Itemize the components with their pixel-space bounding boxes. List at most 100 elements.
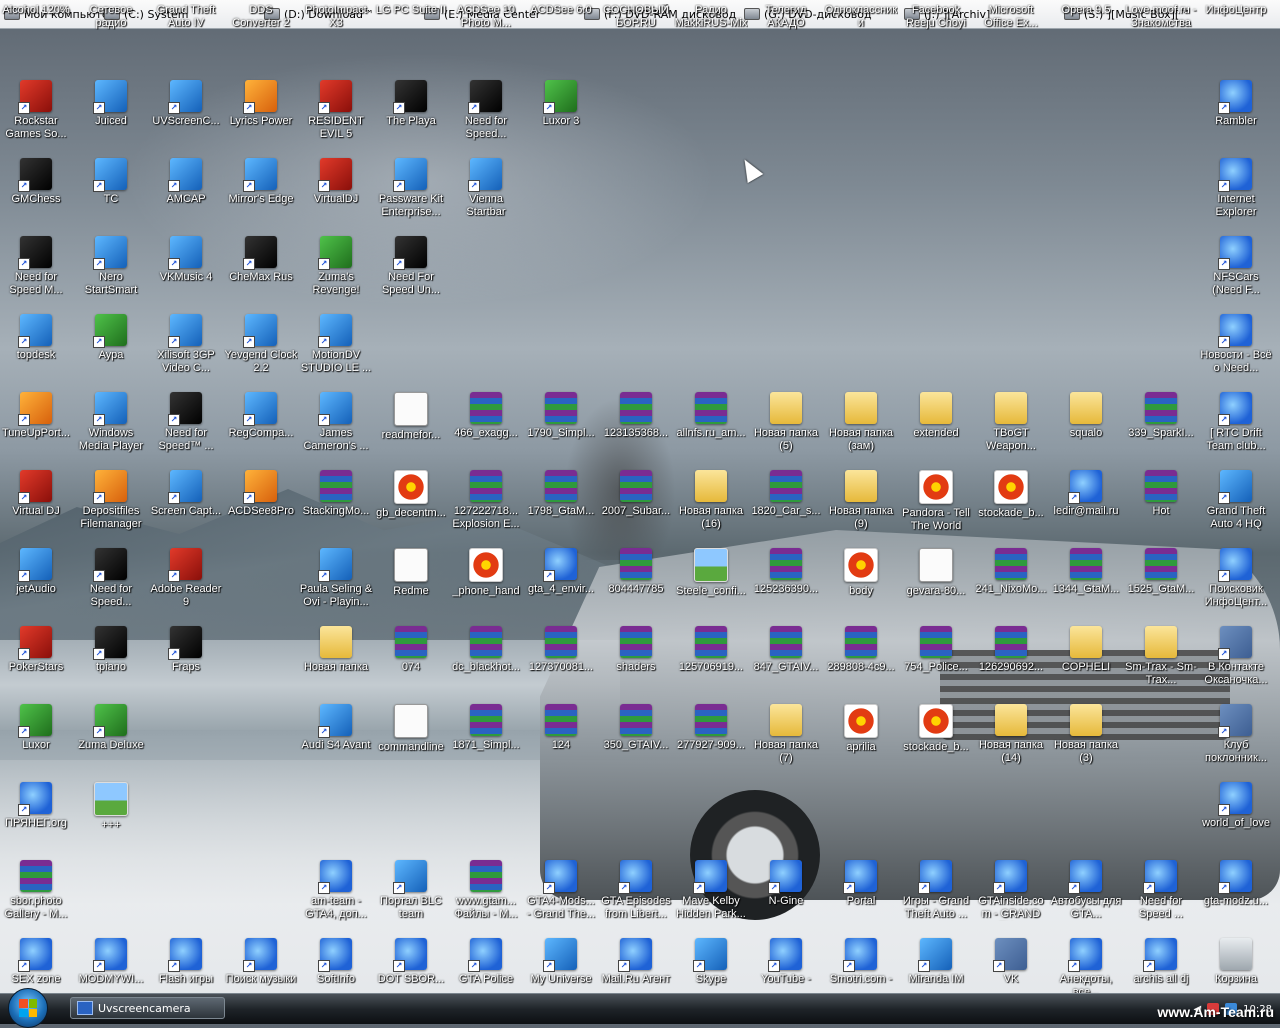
desktop-icon-redme[interactable]: Redme	[374, 548, 448, 598]
desktop-icon-need-for-speed-un[interactable]: ↗ Need For Speed Un...	[374, 236, 448, 297]
desktop-icon-world-of-love[interactable]: ↗ world_of_love	[1199, 782, 1273, 830]
desktop-icon-gta-episodes-from-libert[interactable]: ↗ GTA Episodes from Libert...	[599, 860, 673, 921]
desktop-icon-1525-gtam[interactable]: 1525_GtaM...	[1124, 548, 1198, 596]
desktop-icon-motiondv-studio-le[interactable]: ↗ MotionDV STUDIO LE ...	[299, 314, 373, 375]
desktop-icon-acdsee8pro[interactable]: ↗ ACDSee8Pro	[224, 470, 298, 518]
desktop-icon-поиск-музыки[interactable]: ↗ Поиск музыки	[224, 938, 298, 986]
desktop-icon-smotri-com[interactable]: ↗ Smotri.com -	[824, 938, 898, 986]
desktop-icon-phone-hand[interactable]: _phone_hand	[449, 548, 523, 598]
desktop-icon-одноклассники[interactable]: Одноклассники	[824, 4, 898, 30]
desktop-icon-james-cameron-s[interactable]: ↗ James Cameron's ...	[299, 392, 373, 453]
desktop-icon-miranda-im[interactable]: ↗ Miranda IM	[899, 938, 973, 986]
desktop-icon-screen-capt[interactable]: ↗ Screen Capt...	[149, 470, 223, 518]
desktop-icon-поисковик-инфоцент[interactable]: ↗ Поисковик ИнфоЦент...	[1199, 548, 1273, 609]
desktop-icon-luxor-3[interactable]: ↗ Luxor 3	[524, 80, 598, 128]
desktop-icon-gtainside-com-grand-th[interactable]: ↗GTAinside.com - GRAND TH...	[974, 860, 1048, 921]
desktop-icon-gevara-80[interactable]: gevara-80...	[899, 548, 973, 598]
desktop-icon-internet-explorer[interactable]: ↗ Internet Explorer	[1199, 158, 1273, 219]
desktop-icon-windows-media-player[interactable]: ↗ Windows Media Player	[74, 392, 148, 453]
desktop-icon-virtualdj[interactable]: ↗ VirtualDJ	[299, 158, 373, 206]
desktop-icon-flash-игры[interactable]: ↗ Flash игры	[149, 938, 223, 986]
desktop-icon-339-sparki[interactable]: 339_SparkI...	[1124, 392, 1198, 440]
desktop-icon-luxor[interactable]: ↗ Luxor	[0, 704, 73, 752]
desktop-icon-tbogt-weapon[interactable]: TBoGT Weapon...	[974, 392, 1048, 453]
desktop-icon-audi-s4-avant[interactable]: ↗ Audi S4 Avant	[299, 704, 373, 752]
desktop-icon-новости-всё-о-need[interactable]: ↗ Новости - Всё о Need...	[1199, 314, 1273, 375]
desktop-icon-need-for-speed-m[interactable]: ↗ Need for Speed M...	[0, 236, 73, 297]
desktop-icon-инфоцентр[interactable]: ИнфоЦентр	[1199, 4, 1273, 17]
desktop-icon-vkmusic-4[interactable]: ↗ VKMusic 4	[149, 236, 223, 284]
desktop-icon-acdsee-6-0[interactable]: ACDSee 6.0	[524, 4, 598, 17]
desktop-icon-stockade-b[interactable]: stockade_b...	[899, 704, 973, 754]
desktop-icon-paula-seling-ovi-playin[interactable]: ↗ Paula Seling & Ovi - Playin...	[299, 548, 373, 609]
desktop-icon-yevgend-clock-2-2[interactable]: ↗ Yevgend Clock 2.2	[224, 314, 298, 375]
desktop-icon-rambler[interactable]: ↗ Rambler	[1199, 80, 1273, 128]
desktop-icon-в-контакте-оксаночка[interactable]: ↗ В Контакте Оксаночка...	[1199, 626, 1273, 687]
desktop-icon-dot-sbor[interactable]: ↗ DOT SBOR...	[374, 938, 448, 986]
desktop-icon-vienna-startbar[interactable]: ↗ Vienna Startbar	[449, 158, 523, 219]
desktop-icon-am-team-gta4-доп[interactable]: ↗ am-team - GTA4, доп...	[299, 860, 373, 921]
desktop-icon-need-for-speed[interactable]: ↗ Need for Speed...	[74, 548, 148, 609]
desktop-icon-xilisoft-3gp-video-c[interactable]: ↗ Xilisoft 3GP Video C...	[149, 314, 223, 375]
desktop-icon-hot[interactable]: Hot	[1124, 470, 1198, 518]
desktop-icon-1798-gtam[interactable]: 1798_GtaM...	[524, 470, 598, 518]
desktop-icon-1790-simpl[interactable]: 1790_Simpl...	[524, 392, 598, 440]
desktop-icon-sex-zone[interactable]: ↗ SEX zone	[0, 938, 73, 986]
desktop-icon-adobe-reader-9[interactable]: ↗ Adobe Reader 9	[149, 548, 223, 609]
desktop-icon-новая-папка-14[interactable]: Новая папка (14)	[974, 704, 1048, 765]
desktop-icon-microsoft-office-ex[interactable]: Microsoft Office Ex...	[974, 4, 1048, 30]
desktop-icon-игры-grand-theft-auto[interactable]: ↗ Игры - Grand Theft Auto ...	[899, 860, 973, 921]
desktop-icon-nero-startsmart[interactable]: ↗ Nero StartSmart	[74, 236, 148, 297]
desktop-icon-754-police[interactable]: 754_Police...	[899, 626, 973, 674]
desktop-icon-modmywi[interactable]: ↗ MODMYWI...	[74, 938, 148, 986]
desktop-icon-gta4-mods-grand-the[interactable]: ↗ GTA4-Mods... - Grand The...	[524, 860, 598, 921]
desktop-icon-1344-gtam[interactable]: 1344_GtaM...	[1049, 548, 1123, 596]
desktop-icon-mave-kelby-hidden-park[interactable]: ↗ Mave Kelby Hidden Park...	[674, 860, 748, 921]
taskbar-button-uvscreencamera[interactable]: Uvscreencamera	[70, 997, 225, 1019]
desktop-icon-softinfo[interactable]: ↗ SoftInfo	[299, 938, 373, 986]
desktop-icon-chemax-rus[interactable]: ↗ CheMax Rus	[224, 236, 298, 284]
desktop-icon-depositfiles-filemanager[interactable]: ↗ Depositfiles Filemanager	[74, 470, 148, 531]
desktop-icon-аура[interactable]: ↗ Аура	[74, 314, 148, 362]
desktop-icon-allnfs-ru-am[interactable]: allnfs.ru_am...	[674, 392, 748, 440]
desktop-icon-074[interactable]: 074	[374, 626, 448, 674]
desktop-icon-портал-blc-team[interactable]: ↗ Портал BLC team	[374, 860, 448, 921]
desktop-icon-zuma-s-revenge[interactable]: ↗ Zuma's Revenge!	[299, 236, 373, 297]
desktop-icon-jetaudio[interactable]: ↗ jetAudio	[0, 548, 73, 596]
desktop-icon-virtual-dj[interactable]: ↗ Virtual DJ	[0, 470, 73, 518]
desktop-icon-photoimpact-x3[interactable]: PhotoImpact X3	[299, 4, 373, 30]
desktop-icon-1871-simpl[interactable]: 1871_Simpl...	[449, 704, 523, 752]
desktop-icon-topdesk[interactable]: ↗ topdesk	[0, 314, 73, 362]
desktop-icon-новая-папка-зам[interactable]: Новая папка (зам)	[824, 392, 898, 453]
desktop-icon-125706919[interactable]: 125706919...	[674, 626, 748, 674]
desktop-icon-127222718-explosion-e[interactable]: 127222718... Explosion E...	[449, 470, 523, 531]
desktop-icon-gta-modz-u[interactable]: ↗ gta-modz.u...	[1199, 860, 1273, 908]
desktop-icon-body[interactable]: body	[824, 548, 898, 598]
desktop-icon-fraps[interactable]: ↗ Fraps	[149, 626, 223, 674]
desktop-icon-gta-4-envir[interactable]: ↗ gta_4_envir...	[524, 548, 598, 596]
desktop-icon-grand-theft-auto-iv[interactable]: Grand Theft Auto IV	[149, 4, 223, 30]
desktop-icon-dc-blackhot[interactable]: dc_blackhot...	[449, 626, 523, 674]
desktop-icon-mail-ru-агент[interactable]: ↗ Mail.Ru Агент	[599, 938, 673, 986]
desktop-icon-regcompa[interactable]: ↗ RegCompa...	[224, 392, 298, 440]
desktop-icon-squalo[interactable]: squalo	[1049, 392, 1123, 440]
desktop-icon-gmchess[interactable]: ↗ GMChess	[0, 158, 73, 206]
desktop-icon-автобусы-для-gta[interactable]: ↗ Автобусы для GTA...	[1049, 860, 1123, 921]
desktop-icon-124[interactable]: 124	[524, 704, 598, 752]
desktop-icon-новая-папка[interactable]: Новая папка	[299, 626, 373, 674]
desktop-icon-stockade-b[interactable]: stockade_b...	[974, 470, 1048, 520]
desktop-icon-copheli[interactable]: COPHELI	[1049, 626, 1123, 674]
desktop-icon-mirror-s-edge[interactable]: ↗ Mirror's Edge	[224, 158, 298, 206]
desktop-icon-289808-4c9[interactable]: 289808-4c9...	[824, 626, 898, 674]
desktop-icon-804447785[interactable]: 804447785	[599, 548, 673, 596]
desktop-icon-item[interactable]: +++	[74, 782, 148, 832]
desktop-icon-rockstar-games-so[interactable]: ↗ Rockstar Games So...	[0, 80, 73, 141]
desktop-icon-my-universe[interactable]: ↗ My Universe	[524, 938, 598, 986]
desktop-icon-126290692[interactable]: 126290692...	[974, 626, 1048, 674]
desktop-icon-facebook-reeju-choyi[interactable]: Facebook Reeju Choyi	[899, 4, 973, 30]
desktop-icon-127370081[interactable]: 127370081...	[524, 626, 598, 674]
desktop-icon-readmefor[interactable]: readmefor...	[374, 392, 448, 442]
desktop-icon-сетевое-радио[interactable]: Сетевое радио	[74, 4, 148, 30]
desktop-icon-alcohol-120[interactable]: Alcohol 120%	[0, 4, 73, 17]
desktop-icon-lyrics-power[interactable]: ↗ Lyrics Power	[224, 80, 298, 128]
